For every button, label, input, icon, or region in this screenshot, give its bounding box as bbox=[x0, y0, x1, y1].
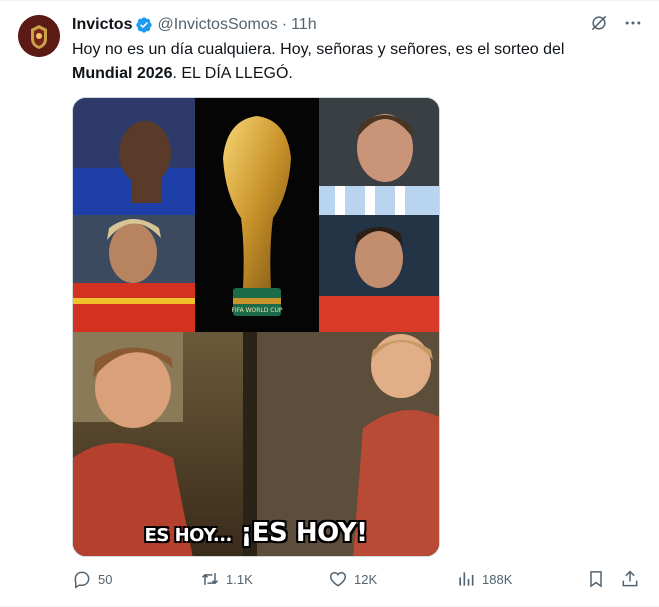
more-icon[interactable] bbox=[623, 13, 643, 33]
like-count: 12K bbox=[354, 571, 378, 587]
reply-button[interactable]: 50 bbox=[72, 569, 112, 589]
tweet-media-image[interactable]: FIFA WORLD CUP ES HOY... ¡ES HOY! bbox=[72, 97, 440, 557]
repost-button[interactable]: 1.1K bbox=[200, 569, 253, 589]
tweet-header: Invictos @InvictosSomos · 11h bbox=[72, 14, 317, 36]
author-avatar[interactable] bbox=[18, 15, 60, 57]
bookmark-button[interactable] bbox=[586, 569, 612, 589]
views-count: 188K bbox=[482, 571, 513, 587]
bookmark-icon bbox=[590, 571, 602, 588]
views-icon bbox=[459, 572, 474, 586]
tweet-time[interactable]: 11h bbox=[291, 16, 317, 34]
verified-badge-icon bbox=[135, 16, 153, 34]
separator-dot: · bbox=[281, 16, 288, 33]
tweet-text-bold: Mundial 2026 bbox=[72, 65, 173, 82]
share-icon bbox=[622, 570, 638, 587]
meme-caption: ES HOY... ¡ES HOY! bbox=[73, 518, 439, 548]
author-name[interactable]: Invictos bbox=[72, 16, 132, 34]
like-icon bbox=[329, 571, 347, 587]
author-handle[interactable]: @InvictosSomos bbox=[157, 16, 277, 34]
like-button[interactable]: 12K bbox=[328, 569, 377, 589]
tweet-top-icons bbox=[589, 13, 643, 33]
meme-caption-big: ¡ES HOY! bbox=[240, 518, 368, 548]
tweet-text: Hoy no es un día cualquiera. Hoy, señora… bbox=[72, 38, 632, 86]
views-button[interactable]: 188K bbox=[456, 569, 512, 589]
repost-count: 1.1K bbox=[226, 571, 253, 587]
meme-caption-small: ES HOY... bbox=[144, 525, 233, 546]
reply-count: 50 bbox=[98, 571, 113, 587]
reply-icon bbox=[74, 571, 90, 589]
share-button[interactable] bbox=[620, 569, 646, 589]
tweet-text-line1: Hoy no es un día cualquiera. Hoy, señora… bbox=[72, 41, 565, 58]
tweet[interactable]: Invictos @InvictosSomos · 11h Hoy no es … bbox=[0, 0, 659, 607]
tweet-text-rest: . EL DÍA LLEGÓ. bbox=[172, 65, 293, 82]
repost-icon bbox=[201, 573, 219, 585]
tweet-actions: 50 1.1K 12K 188K bbox=[72, 569, 644, 593]
grok-icon[interactable] bbox=[589, 13, 609, 33]
trophy-base-text: FIFA WORLD CUP bbox=[231, 307, 282, 314]
